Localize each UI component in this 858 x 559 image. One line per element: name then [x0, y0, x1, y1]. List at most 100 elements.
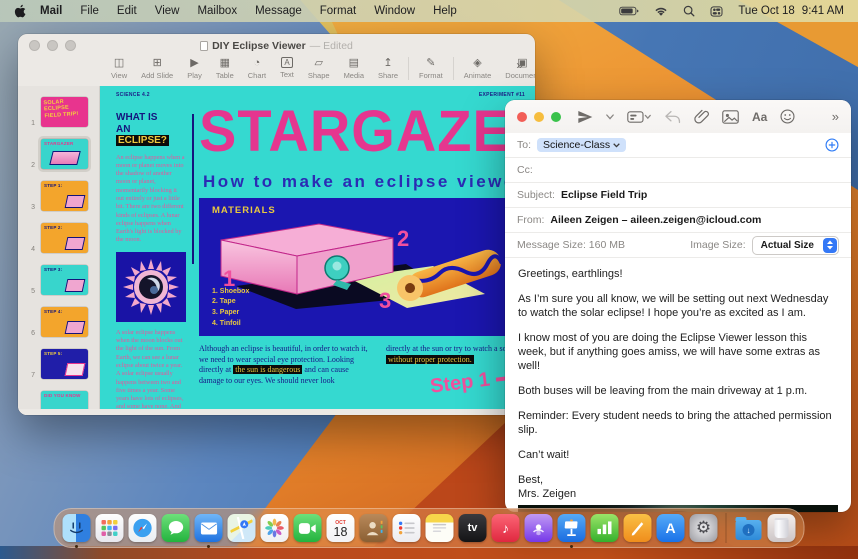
keynote-toolbar-button[interactable]: ▱ Shape: [301, 57, 337, 80]
menu-item[interactable]: Message: [246, 5, 311, 17]
cc-field[interactable]: Cc:: [505, 158, 851, 183]
dock-numbers[interactable]: [590, 514, 619, 542]
body-paragraph: Best,: [518, 473, 544, 486]
slide-thumbnail[interactable]: STEP 5:: [38, 346, 91, 382]
dock-safari[interactable]: [128, 514, 157, 542]
cc-label: Cc:: [517, 164, 533, 176]
slide-thumbnail[interactable]: STEP 3:: [38, 262, 91, 298]
dock-photos[interactable]: [260, 514, 289, 542]
keynote-toolbar-button[interactable]: ▶ Play: [180, 57, 209, 80]
tv-logo: tv: [467, 522, 478, 534]
toolbar-button-icon: ↥: [383, 57, 393, 69]
menu-bar-clock[interactable]: Tue Oct 18 9:41 AM: [738, 5, 844, 17]
menu-app-name[interactable]: Mail: [31, 5, 71, 17]
message-size-row: Message Size: 160 MB Image Size: Actual …: [505, 233, 851, 258]
dock-notes[interactable]: [425, 514, 454, 542]
slide-thumbnail[interactable]: STEP 2:: [38, 220, 91, 256]
keynote-toolbar-button[interactable]: ✎ Format: [408, 57, 450, 80]
photo-browser-button[interactable]: [722, 109, 739, 124]
slide-thumbnail[interactable]: STARGAZER: [38, 136, 91, 172]
add-recipient-button[interactable]: [825, 138, 839, 152]
keynote-toolbar-button[interactable]: ◔ Chart: [241, 57, 273, 80]
slide-number: 4: [31, 246, 35, 253]
minimize-button[interactable]: [47, 40, 58, 51]
spotlight-search-icon[interactable]: [683, 5, 695, 17]
apple-menu-icon[interactable]: [14, 4, 27, 19]
dock-mail[interactable]: [194, 514, 223, 542]
menu-item[interactable]: Window: [365, 5, 424, 17]
dock-music[interactable]: ♪: [491, 514, 520, 542]
wifi-icon[interactable]: [654, 6, 668, 17]
zoom-button[interactable]: [551, 111, 561, 122]
zoom-button[interactable]: [65, 40, 76, 51]
body-paragraph: Can’t wait!: [518, 449, 570, 462]
dock-trash[interactable]: [767, 514, 796, 542]
attach-button[interactable]: [694, 109, 709, 125]
dock-finder[interactable]: [62, 514, 91, 542]
keynote-toolbar-button[interactable]: ◫ View: [104, 57, 134, 80]
dock-launchpad[interactable]: [95, 514, 124, 542]
toolbar-overflow-chevron[interactable]: »: [516, 56, 523, 72]
menu-item[interactable]: File: [71, 5, 108, 17]
slide-heading-line2: AN ECLIPSE?: [116, 123, 169, 146]
dock-facetime[interactable]: [293, 514, 322, 542]
from-field[interactable]: From: Aileen Zeigen – aileen.zeigen@iclo…: [505, 208, 851, 233]
message-body[interactable]: Greetings, earthlings! As I’m sure you al…: [505, 258, 851, 502]
dock-appstore[interactable]: A: [656, 514, 685, 542]
trash-bin-icon: [774, 518, 789, 538]
dock-keynote[interactable]: [557, 514, 586, 542]
slide-thumbnail[interactable]: STEP 4:: [38, 304, 91, 340]
keynote-toolbar-button[interactable]: ↥ Share: [371, 57, 405, 80]
dock-calendar[interactable]: OCT 18: [326, 514, 355, 542]
control-center-icon[interactable]: [710, 5, 723, 17]
document-icon: [200, 41, 209, 51]
keynote-toolbar-button[interactable]: ▤ Media: [337, 57, 371, 80]
dock-messages[interactable]: [161, 514, 190, 542]
recipient-token[interactable]: Science-Class: [537, 138, 627, 152]
keynote-toolbar-button[interactable]: ▦ Table: [209, 57, 241, 80]
close-button[interactable]: [517, 111, 527, 122]
toolbar-button-icon: ◔: [253, 57, 261, 69]
minimize-button[interactable]: [534, 111, 544, 122]
dock-downloads-folder[interactable]: ↓: [735, 514, 763, 542]
menu-item[interactable]: Mailbox: [188, 5, 246, 17]
reply-button[interactable]: [664, 110, 681, 124]
format-button[interactable]: Aa: [752, 110, 767, 124]
dock-tv[interactable]: tv: [458, 514, 487, 542]
gear-icon: ⚙: [695, 518, 712, 537]
dock-system-settings[interactable]: ⚙: [689, 514, 718, 542]
emoji-button[interactable]: [780, 109, 795, 124]
send-button[interactable]: [577, 109, 593, 125]
dock-contacts[interactable]: [359, 514, 388, 542]
slide-thumbnail[interactable]: SOLAR ECLIPSE FIELD TRIP!: [38, 94, 91, 130]
toolbar-button-label: Text: [280, 70, 294, 79]
menu-item[interactable]: Format: [311, 5, 365, 17]
toolbar-button-icon: ⊞: [152, 57, 162, 69]
subject-field[interactable]: Subject: Eclipse Field Trip: [505, 183, 851, 208]
menu-item[interactable]: Edit: [108, 5, 146, 17]
dock-reminders[interactable]: [392, 514, 421, 542]
body-paragraph: I know most of you are doing the Eclipse…: [518, 331, 821, 373]
close-button[interactable]: [29, 40, 40, 51]
send-options-chevron[interactable]: [606, 113, 614, 120]
menu-item[interactable]: Help: [424, 5, 466, 17]
keynote-toolbar-button[interactable]: ⊞ Add Slide: [134, 57, 180, 80]
toolbar-button-label: View: [111, 71, 128, 80]
header-fields-button[interactable]: [627, 110, 651, 124]
slide-number: 7: [31, 372, 35, 379]
dock-maps[interactable]: [227, 514, 256, 542]
slide-canvas[interactable]: SCIENCE 4.2 EXPERIMENT #11 WHAT IS AN EC…: [100, 86, 535, 409]
image-size-select[interactable]: Actual Size: [751, 235, 839, 255]
protection-highlight: without proper protection.: [386, 354, 474, 364]
dock-pages[interactable]: [623, 514, 652, 542]
svg-text:3: 3: [379, 288, 391, 310]
toolbar-overflow-chevron[interactable]: »: [832, 109, 839, 124]
slide-left-column: WHAT IS AN ECLIPSE? An eclipse happens w…: [116, 112, 186, 409]
menu-item[interactable]: View: [146, 5, 189, 17]
dock-podcasts[interactable]: [524, 514, 553, 542]
keynote-toolbar-button[interactable]: A Text: [273, 57, 301, 79]
slide-thumbnail[interactable]: STEP 1:: [38, 178, 91, 214]
to-field[interactable]: To: Science-Class: [505, 133, 851, 158]
keynote-toolbar-button[interactable]: ◈ Animate: [452, 57, 499, 80]
battery-icon[interactable]: [619, 6, 639, 16]
